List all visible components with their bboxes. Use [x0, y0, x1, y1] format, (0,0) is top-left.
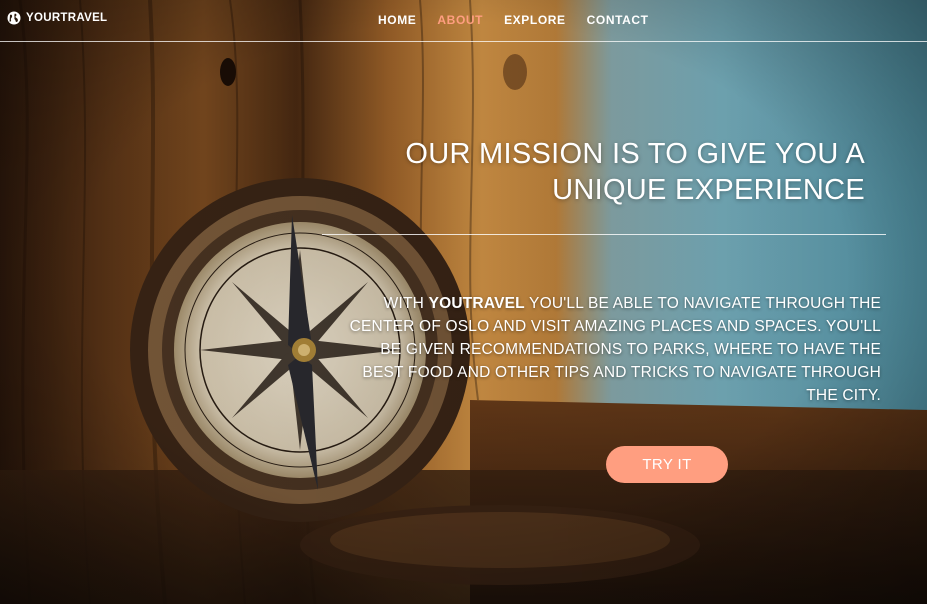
hero-description: WITH YOUTRAVEL YOU'LL BE ABLE TO NAVIGAT… — [336, 292, 881, 407]
nav-about-link[interactable]: ABOUT — [437, 13, 483, 27]
main-nav: HOME ABOUT EXPLORE CONTACT — [378, 13, 649, 27]
top-navigation-bar: YOURTRAVEL HOME ABOUT EXPLORE CONTACT — [0, 0, 927, 42]
try-it-button[interactable]: TRY IT — [606, 446, 728, 483]
hero-divider — [322, 234, 886, 235]
brand-name: YOURTRAVEL — [26, 12, 108, 24]
globe-icon — [7, 11, 21, 25]
description-brand: YOUTRAVEL — [428, 294, 525, 312]
nav-contact-link[interactable]: CONTACT — [587, 13, 649, 27]
description-prefix: WITH — [383, 294, 429, 312]
nav-home-link[interactable]: HOME — [378, 13, 416, 27]
nav-explore-link[interactable]: EXPLORE — [504, 13, 566, 27]
brand-logo[interactable]: YOURTRAVEL — [7, 11, 107, 25]
hero-headline: OUR MISSION IS TO GIVE YOU A UNIQUE EXPE… — [405, 138, 865, 206]
